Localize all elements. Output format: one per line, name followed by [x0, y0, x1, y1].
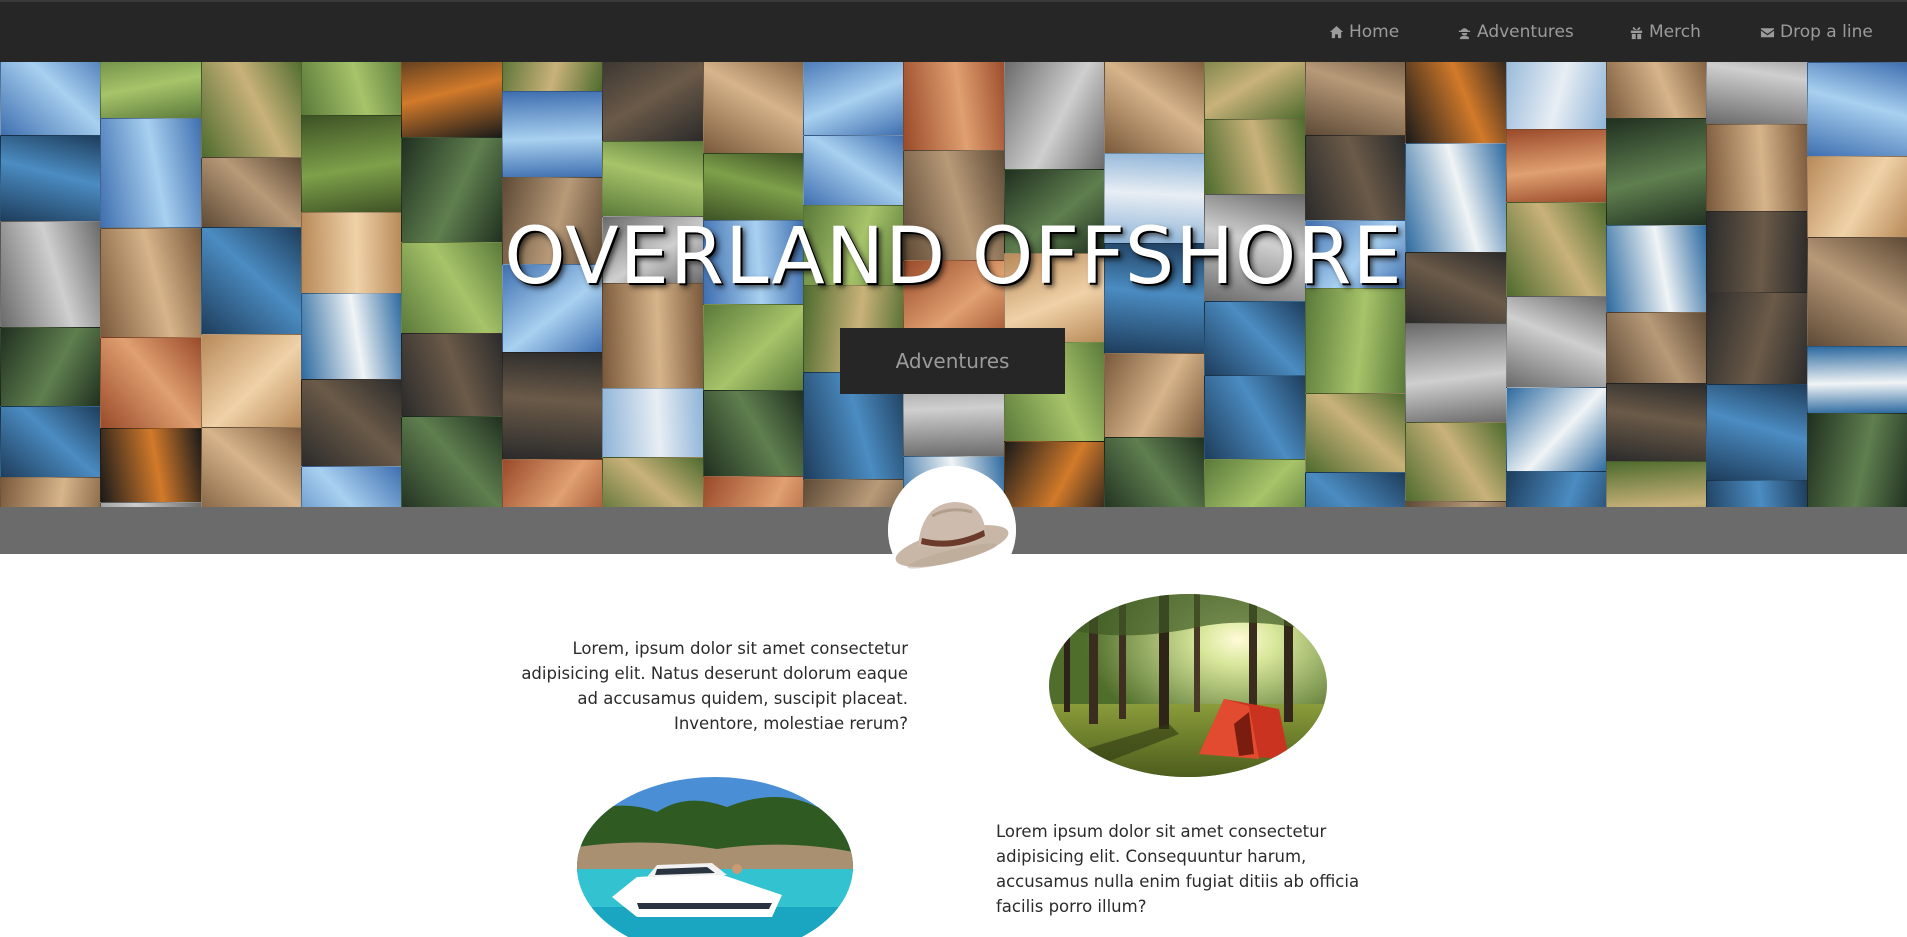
- nav-adventures[interactable]: Adventures: [1457, 22, 1574, 42]
- mosaic-photo-tile: [1204, 374, 1306, 461]
- mosaic-photo-tile: [200, 333, 303, 429]
- mosaic-photo-tile: [501, 62, 604, 93]
- second-paragraph: Lorem ipsum dolor sit amet consectetur a…: [996, 822, 1360, 916]
- mosaic-photo-tile: [802, 478, 905, 507]
- mosaic-photo-tile: [301, 62, 403, 116]
- mosaic-photo-tile: [1304, 288, 1407, 394]
- hat-logo: [888, 466, 1016, 594]
- mosaic-photo-tile: [1605, 117, 1708, 227]
- mosaic-photo-tile: [1204, 62, 1306, 121]
- adventurer-icon: [1458, 27, 1471, 39]
- gift-icon: [1630, 26, 1643, 39]
- mosaic-photo-tile: [702, 152, 804, 221]
- mosaic-photo-tile: [301, 293, 403, 381]
- mosaic-photo-tile: [1104, 352, 1206, 438]
- mosaic-photo-tile: [602, 387, 704, 458]
- mosaic-photo-tile: [1505, 471, 1607, 507]
- mosaic-photo-tile: [100, 336, 202, 429]
- mosaic-photo-tile: [501, 352, 604, 460]
- mosaic-photo-tile: [903, 62, 1005, 152]
- nav-home-label: Home: [1349, 22, 1400, 42]
- mosaic-photo-tile: [1806, 62, 1907, 158]
- nav-drop-a-line[interactable]: Drop a line: [1760, 22, 1873, 42]
- envelope-icon: [1760, 27, 1775, 37]
- mosaic-photo-tile: [1706, 384, 1808, 482]
- mosaic-photo-tile: [602, 62, 704, 143]
- boat-photo: [577, 777, 853, 937]
- mosaic-photo-tile: [100, 428, 202, 504]
- mosaic-photo-tile: [1505, 129, 1607, 203]
- mosaic-photo-tile: [0, 476, 102, 507]
- nav-merch-label: Merch: [1649, 22, 1701, 42]
- mosaic-photo-tile: [200, 62, 303, 159]
- mosaic-photo-tile: [1605, 382, 1708, 462]
- mosaic-photo-tile: [1605, 460, 1708, 507]
- mosaic-photo-tile: [0, 134, 102, 223]
- camping-photo: [1049, 594, 1327, 777]
- mosaic-photo-tile: [1405, 62, 1507, 145]
- mosaic-photo-tile: [602, 141, 704, 217]
- mosaic-photo-tile: [1405, 421, 1507, 502]
- hero-title: OVERLAND OFFSHORE: [504, 212, 1403, 302]
- mosaic-photo-tile: [301, 379, 403, 467]
- mosaic-photo-tile: [702, 62, 804, 154]
- mosaic-photo-tile: [301, 114, 403, 213]
- adventures-button[interactable]: Adventures: [840, 328, 1065, 394]
- mosaic-photo-tile: [301, 465, 403, 507]
- mosaic-photo-tile: [1505, 295, 1607, 389]
- mosaic-photo-tile: [1304, 472, 1407, 507]
- mosaic-photo-tile: [200, 427, 303, 507]
- home-icon: [1329, 25, 1344, 38]
- mosaic-photo-tile: [401, 333, 503, 418]
- mosaic-photo-tile: [602, 456, 704, 507]
- mosaic-photo-tile: [1405, 322, 1507, 423]
- mosaic-photo-tile: [1605, 62, 1708, 119]
- mosaic-photo-tile: [1806, 346, 1907, 415]
- mosaic-photo-tile: [1706, 480, 1808, 507]
- mosaic-photo-tile: [802, 134, 905, 207]
- nav-drop-a-line-label: Drop a line: [1780, 22, 1873, 42]
- mosaic-photo-tile: [1505, 62, 1607, 131]
- mosaic-photo-tile: [1204, 300, 1306, 376]
- mosaic-photo-tile: [1706, 62, 1808, 126]
- mosaic-photo-tile: [1104, 62, 1206, 154]
- mosaic-photo-tile: [401, 62, 503, 138]
- mosaic-photo-tile: [1003, 62, 1106, 171]
- mosaic-photo-tile: [1204, 119, 1306, 196]
- mosaic-photo-tile: [1104, 436, 1206, 507]
- nav-merch[interactable]: Merch: [1629, 22, 1701, 42]
- mosaic-photo-tile: [1304, 135, 1407, 222]
- mosaic-photo-tile: [0, 62, 102, 136]
- mosaic-photo-tile: [702, 304, 804, 391]
- top-navbar: Home Adventures Merch Drop a line: [0, 0, 1907, 62]
- mosaic-photo-tile: [0, 406, 102, 478]
- mosaic-photo-tile: [1003, 441, 1106, 507]
- nav-adventures-label: Adventures: [1477, 22, 1574, 42]
- mosaic-photo-tile: [401, 416, 503, 507]
- mosaic-photo-tile: [1204, 459, 1306, 507]
- mosaic-photo-tile: [1706, 291, 1808, 385]
- mosaic-photo-tile: [802, 62, 905, 136]
- mosaic-photo-tile: [501, 91, 604, 179]
- mosaic-photo-tile: [702, 389, 804, 478]
- mosaic-photo-tile: [1605, 312, 1708, 384]
- mosaic-photo-tile: [1806, 413, 1907, 507]
- mosaic-photo-tile: [100, 62, 202, 119]
- mosaic-photo-tile: [501, 458, 604, 507]
- mosaic-photo-tile: [1505, 387, 1607, 473]
- intro-paragraph: Lorem, ipsum dolor sit amet consectetur …: [521, 639, 908, 733]
- hat-icon: [888, 466, 1016, 594]
- hero-banner: OVERLAND OFFSHORE Adventures: [0, 62, 1907, 507]
- mosaic-photo-tile: [1706, 124, 1808, 213]
- mosaic-photo-tile: [1304, 392, 1407, 474]
- nav-home[interactable]: Home: [1329, 22, 1399, 42]
- mosaic-photo-tile: [702, 476, 804, 507]
- mosaic-photo-tile: [1304, 62, 1407, 137]
- mosaic-photo-tile: [0, 327, 102, 408]
